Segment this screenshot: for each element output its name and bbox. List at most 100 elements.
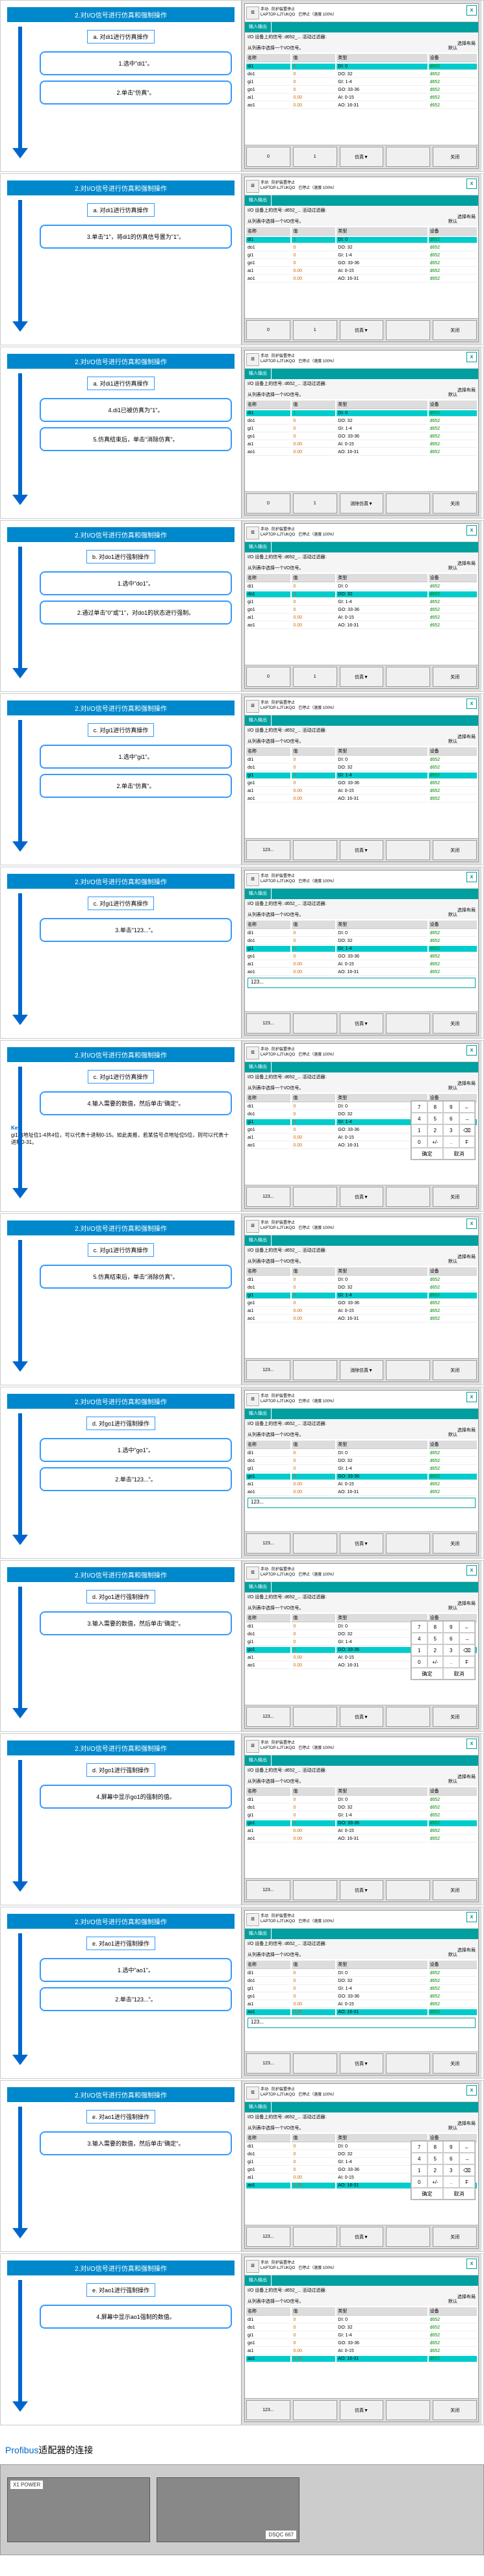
- keypad-key[interactable]: ⌫: [459, 2164, 476, 2176]
- close-icon[interactable]: X: [466, 2085, 477, 2096]
- menu-icon[interactable]: ≡: [246, 1393, 259, 1406]
- table-row[interactable]: ao10.00AO: 16-31d652: [246, 1836, 477, 1842]
- table-row[interactable]: do10DO: 32d652: [246, 1978, 477, 1985]
- table-row[interactable]: ai10.00AI: 0-15d652: [246, 788, 477, 795]
- keypad-key[interactable]: 1: [411, 1644, 427, 1656]
- bottom-button[interactable]: 1: [293, 320, 337, 340]
- col-value[interactable]: 值: [292, 401, 335, 409]
- col-device[interactable]: 设备: [429, 747, 477, 756]
- col-type[interactable]: 类型: [337, 2307, 427, 2316]
- bottom-button[interactable]: 123...: [246, 2227, 290, 2247]
- col-device[interactable]: 设备: [429, 574, 477, 582]
- table-row[interactable]: do10DO: 32d652: [246, 1805, 477, 1811]
- bottom-button[interactable]: 关闭: [433, 2227, 477, 2247]
- table-row[interactable]: ao10.00AO: 16-31d652: [246, 1489, 477, 1496]
- bottom-button[interactable]: [293, 1707, 337, 1727]
- table-row[interactable]: gi10GI: 1-4d652: [246, 426, 477, 432]
- table-row[interactable]: go10GO: 33-36d652: [246, 434, 477, 440]
- value-input-bar[interactable]: 123...: [248, 978, 476, 988]
- tab-io[interactable]: 输入输出: [245, 715, 272, 726]
- table-row[interactable]: do10DO: 32d652: [246, 418, 477, 425]
- col-device[interactable]: 设备: [429, 921, 477, 929]
- keypad-key[interactable]: 4: [411, 2153, 427, 2164]
- table-row[interactable]: gi10GI: 1-4d652: [246, 946, 477, 952]
- bottom-button[interactable]: 0: [246, 667, 290, 687]
- col-name[interactable]: 名称: [246, 1441, 290, 1449]
- table-row[interactable]: di10DI: 0d652: [246, 1450, 477, 1457]
- table-row[interactable]: di10DI: 0d652: [246, 2317, 477, 2323]
- keypad-key[interactable]: 3: [443, 2164, 459, 2176]
- bottom-button[interactable]: 123...: [246, 840, 290, 860]
- col-name[interactable]: 名称: [246, 54, 290, 62]
- table-row[interactable]: go10GO: 33-36d652: [246, 1820, 477, 1827]
- bottom-button[interactable]: [386, 1013, 430, 1034]
- table-row[interactable]: ao10.00AO: 16-31d652: [246, 1316, 477, 1322]
- keypad-key[interactable]: F: [459, 1136, 476, 1148]
- table-row[interactable]: do10DO: 32d652: [246, 2325, 477, 2331]
- col-name[interactable]: 名称: [246, 227, 290, 236]
- table-row[interactable]: ai10.00AI: 0-15d652: [246, 1308, 477, 1315]
- col-name[interactable]: 名称: [246, 1961, 290, 1969]
- close-icon[interactable]: X: [466, 1392, 477, 1402]
- col-type[interactable]: 类型: [337, 1787, 427, 1796]
- table-row[interactable]: gi10GI: 1-4d652: [246, 599, 477, 606]
- table-row[interactable]: do10DO: 32d652: [246, 1285, 477, 1291]
- value-input-bar[interactable]: 123...: [248, 1498, 476, 1508]
- keypad-key[interactable]: 2: [427, 2164, 444, 2176]
- table-row[interactable]: di10DI: 0d652: [246, 64, 477, 70]
- bottom-button[interactable]: 关闭: [433, 320, 477, 340]
- keypad-key[interactable]: .: [443, 1656, 459, 1668]
- close-icon[interactable]: X: [466, 699, 477, 709]
- col-name[interactable]: 名称: [246, 401, 290, 409]
- col-type[interactable]: 类型: [337, 1441, 427, 1449]
- bottom-button[interactable]: 关闭: [433, 1707, 477, 1727]
- tab-io[interactable]: 输入输出: [245, 1929, 272, 1939]
- col-value[interactable]: 值: [292, 1787, 335, 1796]
- bottom-button[interactable]: [293, 1013, 337, 1034]
- bottom-button[interactable]: 仿真▼: [340, 1533, 384, 1554]
- table-row[interactable]: ai10.00AI: 0-15d652: [246, 268, 477, 275]
- col-name[interactable]: 名称: [246, 574, 290, 582]
- table-row[interactable]: ai10.00AI: 0-15d652: [246, 441, 477, 448]
- bottom-button[interactable]: 0: [246, 320, 290, 340]
- table-row[interactable]: di11DI: 0d652: [246, 237, 477, 243]
- keypad-key[interactable]: 4: [411, 1633, 427, 1644]
- bottom-button[interactable]: 1: [293, 493, 337, 514]
- close-icon[interactable]: X: [466, 1045, 477, 1056]
- menu-icon[interactable]: ≡: [246, 1046, 259, 1059]
- bottom-button[interactable]: 仿真▼: [340, 1013, 384, 1034]
- menu-icon[interactable]: ≡: [246, 873, 259, 886]
- keypad-key[interactable]: 7: [411, 1621, 427, 1633]
- keypad-key[interactable]: 1: [411, 2164, 427, 2176]
- keypad-key[interactable]: 1: [411, 1124, 427, 1136]
- table-row[interactable]: gi10GI: 1-4d652: [246, 2333, 477, 2339]
- col-device[interactable]: 设备: [429, 1267, 477, 1276]
- bottom-button[interactable]: [386, 840, 430, 860]
- table-row[interactable]: ao10.00AO: 16-31d652: [246, 623, 477, 629]
- col-device[interactable]: 设备: [429, 2307, 477, 2316]
- keypad-cancel[interactable]: 取消: [443, 2188, 475, 2199]
- keypad-key[interactable]: 5: [427, 1633, 444, 1644]
- table-row[interactable]: ao10.00AO: 16-31d652: [246, 2356, 477, 2362]
- keypad-key[interactable]: +/-: [427, 2176, 444, 2188]
- bottom-button[interactable]: 1: [293, 147, 337, 167]
- table-row[interactable]: di10DI: 0d652: [246, 1797, 477, 1803]
- bottom-button[interactable]: 关闭: [433, 1013, 477, 1034]
- col-device[interactable]: 设备: [429, 227, 477, 236]
- keypad-key[interactable]: 8: [427, 1621, 444, 1633]
- bottom-button[interactable]: 关闭: [433, 840, 477, 860]
- col-name[interactable]: 名称: [246, 921, 290, 929]
- keypad-ok[interactable]: 确定: [411, 2188, 443, 2199]
- keypad-key[interactable]: ⌫: [459, 1644, 476, 1656]
- keypad-key[interactable]: →: [459, 2153, 476, 2164]
- tab-io[interactable]: 输入输出: [245, 1062, 272, 1072]
- tab-io[interactable]: 输入输出: [245, 1409, 272, 1419]
- table-row[interactable]: gi10GI: 1-4d652: [246, 79, 477, 86]
- col-type[interactable]: 类型: [337, 747, 427, 756]
- bottom-button[interactable]: [386, 1360, 430, 1380]
- keypad-key[interactable]: 6: [443, 1633, 459, 1644]
- bottom-button[interactable]: 消除仿真▼: [340, 1360, 384, 1380]
- bottom-button[interactable]: [293, 2400, 337, 2420]
- keypad-key[interactable]: +/-: [427, 1136, 444, 1148]
- keypad-key[interactable]: 0: [411, 2176, 427, 2188]
